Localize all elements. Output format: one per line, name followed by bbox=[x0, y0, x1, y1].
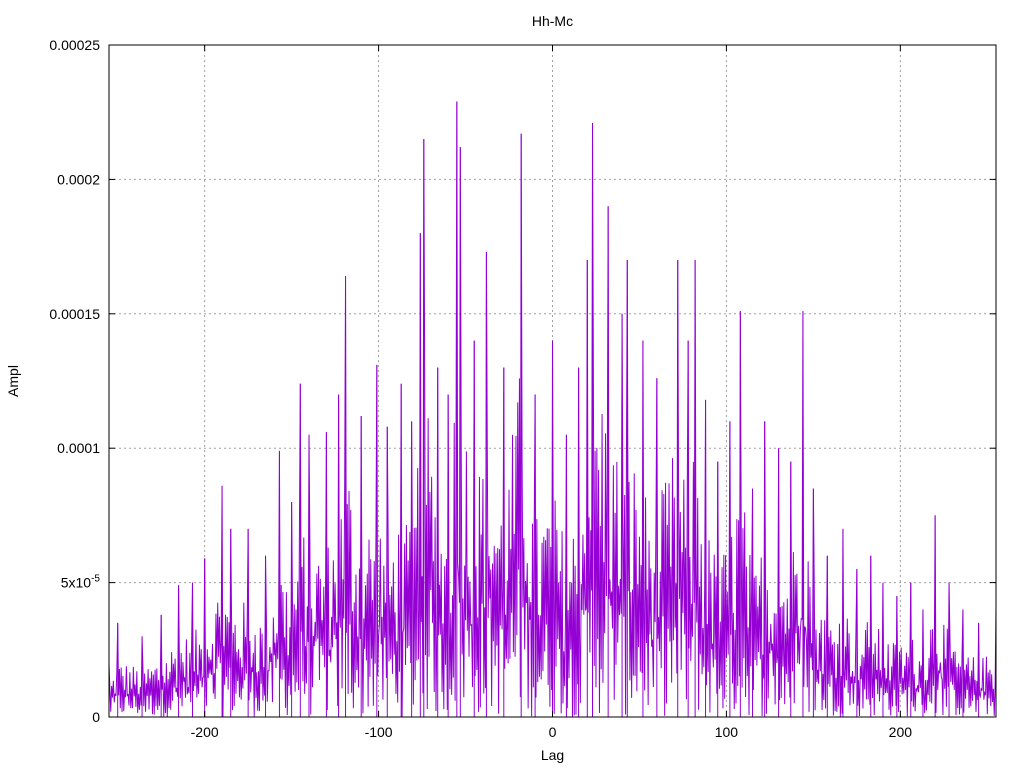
y-tick-label: 0 bbox=[92, 709, 100, 725]
y-tick-exponent: -5 bbox=[91, 574, 100, 585]
chart: -200 -100 0 100 20005x10-50.00010.000150.000… bbox=[0, 0, 1024, 768]
x-axis-label: Lag bbox=[541, 747, 564, 763]
x-tick-label: -100 bbox=[365, 724, 393, 740]
chart-title: Hh-Mc bbox=[532, 13, 573, 29]
y-tick-label: 0.0001 bbox=[57, 440, 100, 456]
x-tick-label: 0 bbox=[549, 724, 557, 740]
y-tick-label: 0.00025 bbox=[49, 37, 100, 53]
x-tick-label: 200 bbox=[889, 724, 913, 740]
x-tick-label: -200 bbox=[191, 724, 219, 740]
y-axis-label: Ampl bbox=[5, 365, 21, 397]
x-tick-label: 100 bbox=[715, 724, 739, 740]
y-tick-label: 0.00015 bbox=[49, 306, 100, 322]
y-tick-label: 0.0002 bbox=[57, 171, 100, 187]
